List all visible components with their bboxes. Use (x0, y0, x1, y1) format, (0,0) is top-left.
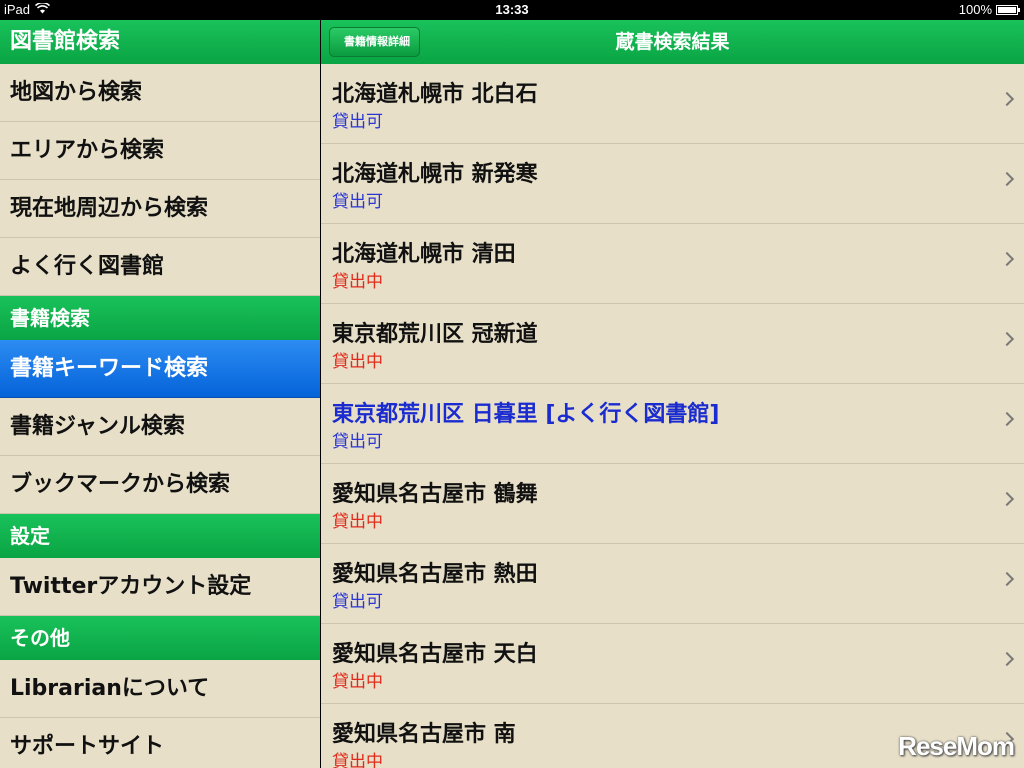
navbar: 蔵書検索結果 書籍情報詳細 (321, 20, 1024, 64)
sidebar-item[interactable]: 書籍ジャンル検索 (0, 398, 320, 456)
sidebar-item[interactable]: エリアから検索 (0, 122, 320, 180)
sidebar-item[interactable]: 現在地周辺から検索 (0, 180, 320, 238)
library-name: 愛知県名古屋市 鶴舞 (332, 482, 538, 507)
status-bar: iPad 13:33 100% (0, 0, 1024, 20)
nav-title: 蔵書検索結果 (615, 31, 730, 53)
result-row[interactable]: 北海道札幌市 新発寒貸出可 (321, 144, 1024, 224)
lending-status: 貸出中 (332, 272, 383, 292)
chevron-right-icon (999, 491, 1015, 507)
sidebar-item[interactable]: Twitterアカウント設定 (0, 558, 320, 616)
library-name: 北海道札幌市 新発寒 (332, 162, 538, 187)
other-section: その他 (0, 616, 320, 660)
sidebar-item[interactable]: よく行く図書館 (0, 238, 320, 296)
sidebar-item[interactable]: ブックマークから検索 (0, 456, 320, 514)
chevron-right-icon (999, 171, 1015, 187)
lending-status: 貸出中 (332, 352, 383, 372)
other-list: Librarianについて サポートサイト (0, 660, 320, 768)
chevron-right-icon (999, 91, 1015, 107)
result-row[interactable]: 東京都荒川区 日暮里 [よく行く図書館] 貸出可 (321, 384, 1024, 464)
lending-status: 貸出中 (332, 752, 383, 768)
library-name: 北海道札幌市 清田 (332, 242, 516, 267)
library-name: 愛知県名古屋市 南 (332, 722, 516, 747)
library-name: 北海道札幌市 北白石 (332, 82, 538, 107)
settings-section: 設定 (0, 514, 320, 558)
result-row[interactable]: 愛知県名古屋市 鶴舞貸出中 (321, 464, 1024, 544)
watermark-logo: ReseMom (898, 731, 1015, 761)
chevron-right-icon (999, 571, 1015, 587)
sidebar-item[interactable]: サポートサイト (0, 718, 320, 768)
back-button-label: 書籍情報詳細 (344, 35, 410, 48)
settings-list: Twitterアカウント設定 (0, 558, 320, 616)
chevron-right-icon (999, 331, 1015, 347)
lending-status: 貸出可 (332, 192, 383, 212)
library-name: 東京都荒川区 日暮里 [よく行く図書館] (332, 402, 720, 427)
sidebar: 図書館検索 地図から検索 エリアから検索 現在地周辺から検索 よく行く図書館 書籍検索… (0, 20, 320, 768)
library-name: 東京都荒川区 冠新道 (332, 322, 538, 347)
back-button[interactable]: 書籍情報詳細 (329, 27, 420, 57)
battery-icon (996, 4, 1020, 15)
sidebar-item[interactable]: 書籍キーワード検索 (0, 340, 320, 398)
lending-status: 貸出中 (332, 672, 383, 692)
library-search-list: 地図から検索 エリアから検索 現在地周辺から検索 よく行く図書館 (0, 64, 320, 296)
book-search-list: 書籍キーワード検索 書籍ジャンル検索 ブックマークから検索 (0, 340, 320, 514)
lending-status: 貸出中 (332, 512, 383, 532)
lending-status: 貸出可 (332, 432, 383, 452)
status-right: 100% (958, 2, 1020, 17)
result-row[interactable]: 北海道札幌市 北白石貸出可 (321, 64, 1024, 144)
results-list: 北海道札幌市 北白石 貸出可 北海道札幌市 新発寒 貸出可 北海道札幌市 清田 貸出中 東京… (321, 64, 1024, 768)
results-pane: 蔵書検索結果 書籍情報詳細 北海道札幌市 北白石 貸出可 北海道札幌市 新発寒 貸出可… (321, 20, 1024, 768)
result-row[interactable]: 東京都荒川区 冠新道貸出中 (321, 304, 1024, 384)
chevron-right-icon (999, 251, 1015, 267)
library-name: 愛知県名古屋市 天白 (332, 642, 538, 667)
battery-percent: 100% (958, 2, 992, 17)
result-row[interactable]: 北海道札幌市 清田貸出中 (321, 224, 1024, 304)
result-row[interactable]: 愛知県名古屋市 天白貸出中 (321, 624, 1024, 704)
chevron-right-icon (999, 411, 1015, 427)
lending-status: 貸出可 (332, 112, 383, 132)
sidebar-item[interactable]: 地図から検索 (0, 64, 320, 122)
battery-fill (998, 6, 1016, 13)
result-row[interactable]: 愛知県名古屋市 熱田貸出可 (321, 544, 1024, 624)
library-name: 愛知県名古屋市 熱田 (332, 562, 538, 587)
lending-status: 貸出可 (332, 592, 383, 612)
sidebar-title: 図書館検索 (0, 20, 320, 64)
book-search-section: 書籍検索 (0, 296, 320, 340)
sidebar-item[interactable]: Librarianについて (0, 660, 320, 718)
clock: 13:33 (495, 2, 529, 17)
chevron-right-icon (999, 651, 1015, 667)
